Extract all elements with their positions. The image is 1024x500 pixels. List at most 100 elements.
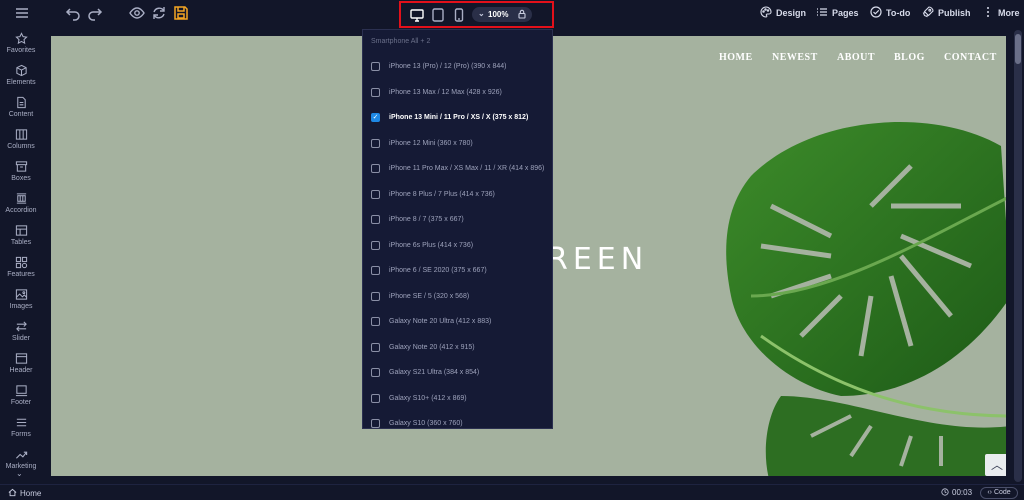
device-option[interactable]: iPhone 13 Max / 12 Max (428 x 926)	[363, 81, 552, 106]
top-toolbar: ⌄ 100% Design Pages To-do Publish More	[0, 0, 1024, 28]
tablet-icon[interactable]	[430, 7, 446, 23]
nav-contact[interactable]: CONTACT	[944, 52, 997, 63]
device-checkbox[interactable]	[371, 62, 380, 71]
device-checkbox[interactable]	[371, 164, 380, 173]
canvas-scrollbar[interactable]	[1014, 30, 1022, 482]
nav-about[interactable]: ABOUT	[837, 52, 875, 63]
device-option[interactable]: iPhone 8 / 7 (375 x 667)	[363, 208, 552, 233]
todo-label: To-do	[886, 8, 911, 18]
device-option[interactable]: Galaxy Note 20 (412 x 915)	[363, 336, 552, 361]
sidebar-item-content[interactable]: Content	[0, 96, 42, 126]
device-checkbox[interactable]	[371, 240, 380, 250]
device-option[interactable]: Galaxy Note 20 Ultra (412 x 883)	[363, 310, 552, 335]
clock-icon	[941, 488, 949, 496]
nav-home[interactable]: HOME	[719, 52, 753, 63]
save-icon[interactable]	[172, 4, 190, 22]
device-checkbox[interactable]	[371, 317, 380, 326]
device-checkbox[interactable]	[371, 342, 380, 352]
design-label: Design	[776, 8, 807, 18]
sidebar-item-favorites[interactable]: Favorites	[0, 32, 42, 62]
design-button[interactable]: Design	[760, 6, 806, 21]
left-sidebar: Favorites Elements Content Columns Boxes…	[0, 27, 42, 484]
palette-icon	[760, 6, 772, 18]
sidebar-item-tables[interactable]: Tables	[0, 224, 42, 254]
sidebar-item-elements[interactable]: Elements	[0, 64, 42, 94]
header-icon	[15, 353, 27, 364]
lock-icon[interactable]	[517, 9, 527, 19]
features-icon	[15, 256, 27, 269]
sidebar-item-boxes[interactable]: Boxes	[0, 160, 42, 190]
undo-icon[interactable]	[64, 4, 82, 22]
device-checkbox[interactable]	[371, 87, 380, 97]
smartphone-icon[interactable]	[451, 7, 467, 23]
sidebar-item-label: Footer	[10, 399, 32, 406]
sidebar-item-label: Tables	[10, 239, 32, 246]
device-checkbox[interactable]	[371, 215, 380, 224]
more-button[interactable]: More	[982, 6, 1020, 21]
device-option[interactable]: iPhone 6 / SE 2020 (375 x 667)	[363, 259, 552, 284]
refresh-icon[interactable]	[150, 4, 168, 22]
sidebar-item-accordion[interactable]: Accordion	[0, 192, 42, 222]
sidebar-item-label: Columns	[7, 143, 35, 150]
list-icon	[817, 8, 827, 16]
sidebar-item-images[interactable]: Images	[0, 288, 42, 318]
sidebar-item-slider[interactable]: Slider	[0, 320, 42, 350]
device-checkbox[interactable]	[371, 368, 380, 377]
device-option[interactable]: iPhone 13 (Pro) / 12 (Pro) (390 x 844)	[363, 55, 552, 80]
device-option-label: Galaxy S10 (360 x 760)	[389, 420, 463, 427]
chevron-down-icon[interactable]: ⌄	[16, 469, 23, 478]
box-icon	[15, 161, 27, 172]
sidebar-item-features[interactable]: Features	[0, 256, 42, 286]
device-checkbox[interactable]	[371, 291, 380, 301]
device-option[interactable]: Galaxy S21 Ultra (384 x 854)	[363, 361, 552, 386]
sidebar-item-forms[interactable]: Forms	[0, 416, 42, 446]
accordion-icon	[16, 193, 26, 204]
redo-icon[interactable]	[86, 4, 104, 22]
device-checkbox[interactable]	[371, 189, 380, 199]
bottom-status-bar: Home 00:03 ‹› Code	[0, 484, 1024, 500]
device-option[interactable]: iPhone 8 Plus / 7 Plus (414 x 736)	[363, 183, 552, 208]
hamburger-menu-icon[interactable]	[13, 4, 31, 22]
device-checkbox[interactable]	[371, 266, 380, 275]
publish-button[interactable]: Publish	[922, 6, 971, 21]
sidebar-item-label: Boxes	[11, 175, 31, 182]
rocket-icon	[922, 6, 934, 18]
device-option[interactable]: Galaxy S10 (360 x 760)	[363, 412, 552, 428]
sidebar-item-header[interactable]: Header	[0, 352, 42, 382]
device-checkbox[interactable]	[371, 138, 380, 148]
code-label: Code	[993, 489, 1011, 496]
device-checkbox-checked[interactable]: ✓	[371, 113, 380, 122]
monstera-leaf-image	[726, 122, 1006, 476]
device-option-label: Galaxy S21 Ultra (384 x 854)	[389, 369, 480, 376]
device-option[interactable]: iPhone SE / 5 (320 x 568)	[363, 285, 552, 310]
nav-blog[interactable]: BLOG	[894, 52, 925, 63]
scrollbar-thumb[interactable]	[1015, 34, 1021, 64]
device-option[interactable]: iPhone 6s Plus (414 x 736)	[363, 234, 552, 259]
device-option[interactable]: ✓ iPhone 13 Mini / 11 Pro / XS / X (375 …	[363, 106, 552, 131]
sidebar-item-columns[interactable]: Columns	[0, 128, 42, 158]
desktop-icon[interactable]	[409, 7, 425, 23]
home-icon	[8, 488, 17, 497]
preview-eye-icon[interactable]	[128, 4, 146, 22]
home-breadcrumb[interactable]: Home	[8, 488, 41, 498]
vertical-dots-icon	[987, 7, 989, 17]
device-option[interactable]: iPhone 11 Pro Max / XS Max / 11 / XR (41…	[363, 157, 552, 182]
todo-button[interactable]: To-do	[870, 6, 910, 21]
sidebar-item-label: Images	[9, 303, 33, 310]
nav-newest[interactable]: NEWEST	[772, 52, 818, 63]
pages-button[interactable]: Pages	[816, 6, 859, 21]
code-button[interactable]: ‹› Code	[980, 487, 1018, 499]
device-option-label: iPhone SE / 5 (320 x 568)	[389, 292, 470, 300]
device-option[interactable]: Galaxy S10+ (412 x 869)	[363, 387, 552, 412]
device-checkbox[interactable]	[371, 393, 380, 403]
device-option[interactable]: iPhone 12 Mini (360 x 780)	[363, 132, 552, 157]
sidebar-item-label: Content	[8, 111, 34, 118]
zoom-control[interactable]: ⌄ 100%	[472, 7, 532, 22]
device-option-label: iPhone 6 / SE 2020 (375 x 667)	[389, 267, 487, 274]
device-option-label: Galaxy Note 20 Ultra (412 x 883)	[389, 318, 492, 325]
scroll-to-top-button[interactable]: ︿	[985, 454, 1006, 476]
sidebar-item-footer[interactable]: Footer	[0, 384, 42, 414]
sidebar-item-label: Header	[9, 367, 33, 374]
timer-value: 00:03	[952, 488, 973, 497]
device-checkbox[interactable]	[371, 419, 380, 428]
